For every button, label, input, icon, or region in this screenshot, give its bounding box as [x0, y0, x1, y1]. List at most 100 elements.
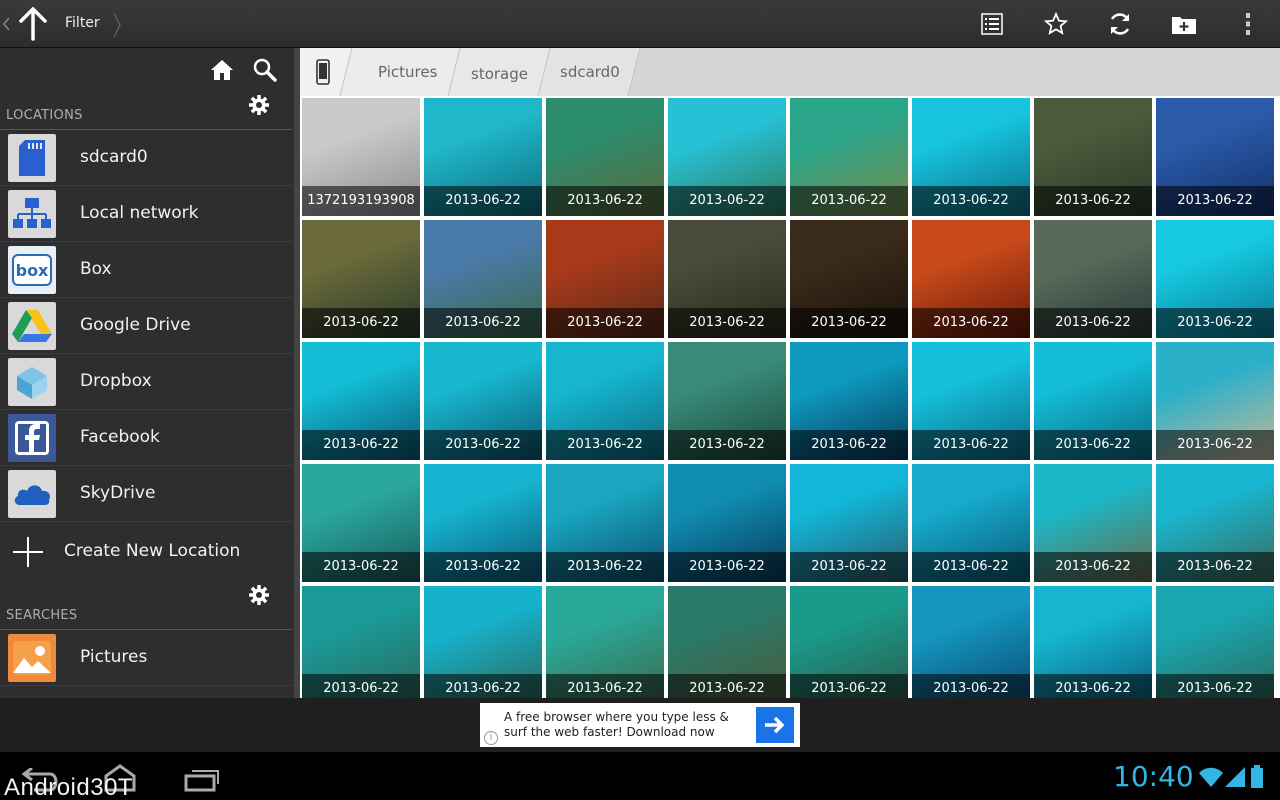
thumbnail-caption: 2013-06-22 — [790, 308, 908, 338]
ad-info-icon[interactable]: i — [484, 731, 498, 745]
gear-icon[interactable] — [248, 94, 270, 116]
photo-thumbnail[interactable]: 2013-06-22 — [1156, 342, 1274, 460]
photo-thumbnail[interactable]: 2013-06-22 — [912, 220, 1030, 338]
thumbnail-caption: 2013-06-22 — [302, 552, 420, 582]
location-item-facebook[interactable]: Facebook — [0, 410, 292, 466]
ad-banner[interactable]: i A free browser where you type less & s… — [480, 703, 800, 747]
thumbnail-caption: 1372193193908 — [302, 186, 420, 216]
location-item-skydrive[interactable]: SkyDrive — [0, 466, 292, 522]
thumbnail-caption: 2013-06-22 — [424, 186, 542, 216]
photo-thumbnail[interactable]: 2013-06-22 — [546, 586, 664, 698]
photo-thumbnail[interactable]: 2013-06-22 — [546, 342, 664, 460]
new-folder-button[interactable] — [1164, 8, 1204, 40]
photo-thumbnail[interactable]: 2013-06-22 — [668, 464, 786, 582]
photo-thumbnail[interactable]: 2013-06-22 — [790, 98, 908, 216]
crumb-storage[interactable]: storage — [471, 50, 528, 98]
searches-header: SEARCHES — [0, 580, 292, 630]
photo-thumbnail[interactable]: 2013-06-22 — [912, 98, 1030, 216]
photo-thumbnail[interactable]: 2013-06-22 — [302, 464, 420, 582]
thumbnail-caption: 2013-06-22 — [912, 308, 1030, 338]
svg-text:box: box — [16, 261, 49, 280]
file-manager-app: Filter LOCATIONS sdcard0 Local network b… — [0, 0, 1280, 800]
photo-thumbnail[interactable]: 2013-06-22 — [790, 220, 908, 338]
location-item-box[interactable]: box Box — [0, 242, 292, 298]
thumbnail-caption: 2013-06-22 — [1034, 308, 1152, 338]
photo-thumbnail[interactable]: 2013-06-22 — [424, 464, 542, 582]
thumbnail-caption: 2013-06-22 — [424, 552, 542, 582]
location-label: sdcard0 — [80, 147, 148, 167]
photo-thumbnail[interactable]: 2013-06-22 — [668, 586, 786, 698]
photo-thumbnail[interactable]: 2013-06-22 — [1156, 98, 1274, 216]
thumbnail-caption: 2013-06-22 — [1156, 308, 1274, 338]
location-label: Facebook — [80, 427, 160, 447]
box-icon: box — [8, 246, 56, 294]
new-folder-icon — [1172, 17, 1196, 34]
location-item-local-network[interactable]: Local network — [0, 186, 292, 242]
filter-title[interactable]: Filter — [65, 15, 100, 31]
thumbnail-caption: 2013-06-22 — [1156, 186, 1274, 216]
crumb-pictures[interactable]: Pictures — [378, 48, 437, 96]
photo-thumbnail[interactable]: 2013-06-22 — [302, 342, 420, 460]
photo-thumbnail[interactable]: 2013-06-22 — [424, 586, 542, 698]
photo-thumbnail[interactable]: 2013-06-22 — [912, 464, 1030, 582]
create-new-location-label: Create New Location — [64, 541, 241, 561]
refresh-button[interactable] — [1100, 8, 1140, 40]
thumbnail-caption: 2013-06-22 — [546, 552, 664, 582]
photo-thumbnail[interactable]: 2013-06-22 — [424, 342, 542, 460]
photo-thumbnail[interactable]: 2013-06-22 — [302, 220, 420, 338]
photo-thumbnail[interactable]: 2013-06-22 — [424, 220, 542, 338]
photo-thumbnail[interactable]: 2013-06-22 — [1156, 220, 1274, 338]
search-icon[interactable] — [252, 57, 278, 83]
up-navigation-button[interactable] — [0, 0, 58, 48]
photo-thumbnail[interactable]: 2013-06-22 — [302, 586, 420, 698]
photo-thumbnail[interactable]: 2013-06-22 — [1156, 586, 1274, 698]
gear-icon[interactable] — [248, 584, 270, 606]
photo-thumbnail[interactable]: 2013-06-22 — [546, 464, 664, 582]
create-new-location-button[interactable]: Create New Location — [0, 522, 292, 580]
location-item-google-drive[interactable]: Google Drive — [0, 298, 292, 354]
photo-thumbnail[interactable]: 2013-06-22 — [912, 586, 1030, 698]
photo-thumbnail[interactable]: 2013-06-22 — [424, 98, 542, 216]
location-item-dropbox[interactable]: Dropbox — [0, 354, 292, 410]
photo-thumbnail[interactable]: 2013-06-22 — [668, 220, 786, 338]
photo-thumbnail[interactable]: 2013-06-22 — [790, 464, 908, 582]
location-item-sdcard0[interactable]: sdcard0 — [0, 130, 292, 186]
home-icon[interactable] — [210, 58, 234, 82]
list-view-icon — [981, 13, 1003, 35]
thumbnail-caption: 2013-06-22 — [546, 186, 664, 216]
recent-apps-icon[interactable] — [184, 768, 220, 792]
photo-thumbnail[interactable]: 2013-06-22 — [668, 98, 786, 216]
thumbnail-caption: 2013-06-22 — [424, 430, 542, 460]
thumbnail-caption: 2013-06-22 — [1034, 186, 1152, 216]
photo-thumbnail[interactable]: 2013-06-22 — [546, 220, 664, 338]
device-crumb[interactable] — [316, 48, 330, 96]
photo-thumbnail[interactable]: 2013-06-22 — [1034, 98, 1152, 216]
photo-thumbnail[interactable]: 2013-06-22 — [546, 98, 664, 216]
photo-thumbnail[interactable]: 2013-06-22 — [912, 342, 1030, 460]
list-view-button[interactable] — [972, 8, 1012, 40]
photo-thumbnail[interactable]: 2013-06-22 — [1034, 342, 1152, 460]
thumbnail-caption: 2013-06-22 — [912, 674, 1030, 698]
photo-thumbnail[interactable]: 2013-06-22 — [1034, 464, 1152, 582]
photo-thumbnail[interactable]: 1372193193908 — [302, 98, 420, 216]
photo-thumbnail[interactable]: 2013-06-22 — [790, 342, 908, 460]
thumbnail-caption: 2013-06-22 — [424, 674, 542, 698]
photo-thumbnail[interactable]: 2013-06-22 — [1034, 586, 1152, 698]
watermark-text: Android30T — [4, 774, 134, 800]
action-bar: Filter — [0, 0, 1280, 48]
thumbnail-caption: 2013-06-22 — [668, 674, 786, 698]
photo-thumbnail[interactable]: 2013-06-22 — [790, 586, 908, 698]
thumbnail-caption: 2013-06-22 — [912, 430, 1030, 460]
photo-thumbnail[interactable]: 2013-06-22 — [668, 342, 786, 460]
photo-thumbnail[interactable]: 2013-06-22 — [1156, 464, 1274, 582]
crumb-sdcard0[interactable]: sdcard0 — [560, 48, 620, 96]
wifi-icon — [1199, 767, 1223, 787]
overflow-menu-button[interactable] — [1228, 8, 1268, 40]
location-label: SkyDrive — [80, 483, 156, 503]
ad-bar: i A free browser where you type less & s… — [0, 698, 1280, 752]
photo-thumbnail[interactable]: 2013-06-22 — [1034, 220, 1152, 338]
ad-go-button[interactable] — [756, 707, 794, 743]
search-item-pictures[interactable]: Pictures — [0, 630, 292, 686]
favorite-button[interactable] — [1036, 8, 1076, 40]
thumbnail-caption: 2013-06-22 — [1156, 552, 1274, 582]
